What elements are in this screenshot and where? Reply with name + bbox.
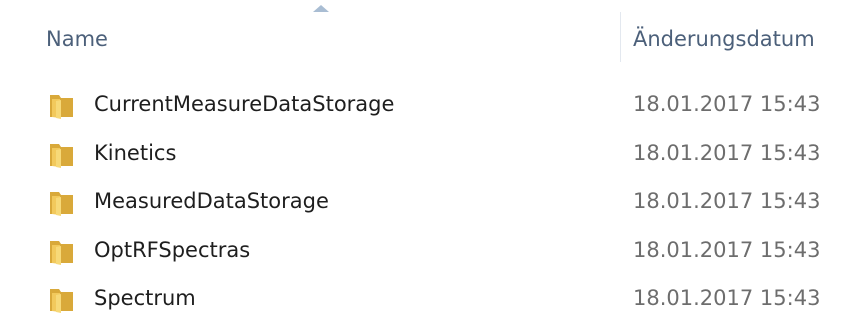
file-name: Spectrum [94,286,196,310]
column-header-modified-date[interactable]: Änderungsdatum [633,0,859,70]
column-divider[interactable] [620,12,621,62]
folder-icon [50,240,73,265]
file-name: MeasuredDataStorage [94,189,329,213]
folder-icon [50,289,73,313]
file-modified-date: 18.01.2017 15:43 [633,189,821,213]
file-modified-date: 18.01.2017 15:43 [633,286,821,310]
file-name: Kinetics [94,140,177,165]
file-row-kinetics[interactable]: Kinetics 18.01.2017 15:43 [0,129,859,178]
file-name: OptRFSpectras [94,237,251,262]
file-row-measured-data-storage[interactable]: MeasuredDataStorage 18.01.2017 15:43 [0,177,859,226]
file-row-spectrum[interactable]: Spectrum 18.01.2017 15:43 [0,274,859,317]
folder-icon [50,143,73,168]
file-rows: CurrentMeasureDataStorage 18.01.2017 15:… [0,80,859,317]
file-name: CurrentMeasureDataStorage [94,92,395,116]
file-modified-date: 18.01.2017 15:43 [633,92,821,116]
file-row-opt-rf-spectras[interactable]: OptRFSpectras 18.01.2017 15:43 [0,226,859,275]
folder-icon [50,95,73,119]
column-header-bar: Name Änderungsdatum [0,0,859,70]
file-modified-date: 18.01.2017 15:43 [633,140,821,165]
file-modified-date: 18.01.2017 15:43 [633,237,821,262]
file-list-view: Name Änderungsdatum CurrentMeasureDataSt… [0,0,859,317]
column-header-name[interactable]: Name [46,0,616,70]
folder-icon [50,192,73,216]
file-row-current-measure-data-storage[interactable]: CurrentMeasureDataStorage 18.01.2017 15:… [0,80,859,129]
